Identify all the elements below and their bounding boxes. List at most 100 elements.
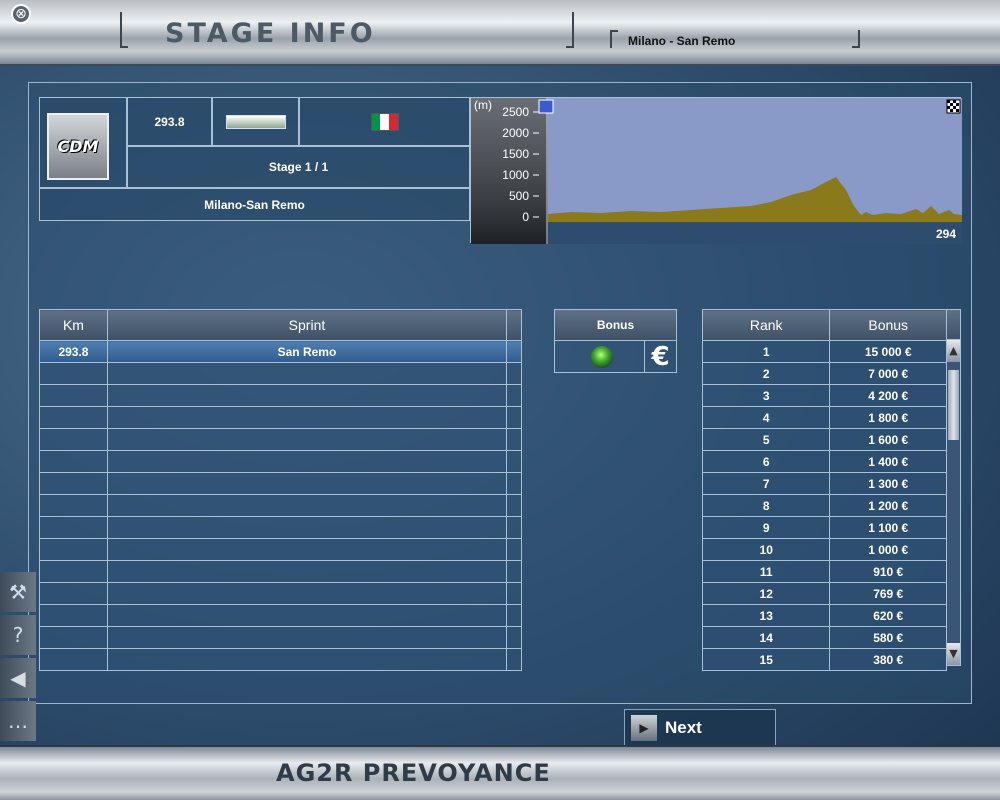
- sprint-row[interactable]: [39, 362, 522, 385]
- rank-row[interactable]: 11 910 €: [701, 560, 947, 583]
- sprint-row[interactable]: [39, 626, 522, 649]
- rank-row[interactable]: 91 100 €: [701, 516, 947, 539]
- top-title-bar: ⊗ STAGE INFO Milano - San Remo: [0, 0, 1000, 66]
- bonus-toggle-header: Bonus: [555, 310, 676, 341]
- sprint-name-cell: [106, 604, 508, 627]
- next-button[interactable]: ▶ Next: [624, 709, 776, 746]
- rank-row[interactable]: 13 620 €: [701, 604, 947, 627]
- side-toolbar: ⚒? ◀…: [0, 572, 36, 744]
- rank-column-header[interactable]: Rank: [701, 309, 831, 341]
- stage-distance: 293.8: [154, 114, 185, 129]
- sprint-name-cell: San Remo: [106, 340, 508, 363]
- flag-cell: [299, 97, 470, 146]
- bonus-toggle-box: Bonus €: [554, 309, 677, 373]
- bonus-amount-cell: 7 000 €: [829, 362, 947, 385]
- sprint-row[interactable]: [39, 648, 522, 671]
- scroll-up-icon[interactable]: ▲: [947, 340, 960, 362]
- sprint-row[interactable]: [39, 428, 522, 451]
- bonus-column-header[interactable]: Bonus: [829, 309, 947, 341]
- rank-header-spacer: [946, 309, 961, 340]
- rank-cell: 4: [701, 406, 831, 429]
- rank-bonus-table: Rank Bonus 1 15 000 €2 7 000 €3 4 200 €4 1 8…: [701, 309, 947, 671]
- bottom-team-bar: AG2R PREVOYANCE: [0, 745, 1000, 800]
- rank-row[interactable]: 71 300 €: [701, 472, 947, 495]
- sprint-name-cell: [106, 538, 508, 561]
- sprint-row[interactable]: [39, 406, 522, 429]
- bonus-amount-cell: 580 €: [829, 626, 947, 649]
- sprint-row[interactable]: [39, 384, 522, 407]
- km-column-header[interactable]: Km: [39, 309, 108, 341]
- sprint-scroll-cell: [506, 472, 522, 495]
- rank-row[interactable]: 81 200 €: [701, 494, 947, 517]
- rank-cell: 15: [701, 648, 831, 671]
- sprint-km-cell: [39, 428, 108, 451]
- sprint-km-cell: [39, 516, 108, 539]
- sprint-name-cell: [106, 384, 508, 407]
- rank-row[interactable]: 10 1 000 €: [701, 538, 947, 561]
- rank-row[interactable]: 27 000 €: [701, 362, 947, 385]
- sprint-scroll-cell: [506, 604, 522, 627]
- y-tick-label: 500: [509, 189, 529, 203]
- rank-cell: 9: [701, 516, 831, 539]
- bonus-amount-cell: 769 €: [829, 582, 947, 605]
- sprint-km-cell: 293.8: [39, 340, 108, 363]
- bonus-amount-cell: 15 000 €: [829, 340, 947, 363]
- rank-row[interactable]: 41 800 €: [701, 406, 947, 429]
- bonus-amount-cell: 620 €: [829, 604, 947, 627]
- sprint-table: Km Sprint 293.8 San Remo: [39, 309, 522, 671]
- title-bracket-left: [120, 12, 128, 48]
- sprint-table-body: 293.8 San Remo: [39, 340, 522, 671]
- profile-baseline-strip: [548, 222, 962, 244]
- rank-table-scrollbar[interactable]: ▲ ▼: [946, 339, 961, 666]
- chat-icon[interactable]: …: [0, 701, 36, 741]
- sprint-row[interactable]: [39, 450, 522, 473]
- bonus-amount-cell: 1 800 €: [829, 406, 947, 429]
- sprint-km-cell: [39, 450, 108, 473]
- sprint-row[interactable]: [39, 560, 522, 583]
- sprint-scroll-cell: [506, 428, 522, 451]
- sprint-row[interactable]: [39, 582, 522, 605]
- sprint-row[interactable]: [39, 472, 522, 495]
- bonus-amount-cell: 380 €: [829, 648, 947, 671]
- bonus-amount-cell: 1 600 €: [829, 428, 947, 451]
- stage-name-label: Milano - San Remo: [628, 34, 736, 48]
- sprint-header-spacer: [506, 309, 522, 341]
- tools-icon[interactable]: ⚒: [0, 572, 36, 612]
- sprint-name-cell: [106, 406, 508, 429]
- rank-row[interactable]: 14 580 €: [701, 626, 947, 649]
- rank-row[interactable]: 1 15 000 €: [701, 340, 947, 363]
- sprint-km-cell: [39, 472, 108, 495]
- sprint-name-cell: [106, 582, 508, 605]
- sprint-km-cell: [39, 648, 108, 671]
- rank-row[interactable]: 12 769 €: [701, 582, 947, 605]
- sprint-scroll-cell: [506, 384, 522, 407]
- bonus-status-led-icon[interactable]: [591, 346, 613, 368]
- rank-row[interactable]: 34 200 €: [701, 384, 947, 407]
- sound-icon[interactable]: ◀: [0, 658, 36, 698]
- rank-row[interactable]: 15 380 €: [701, 648, 947, 671]
- scroll-down-icon[interactable]: ▼: [947, 643, 960, 665]
- italy-flag-icon: [370, 112, 399, 131]
- sprint-column-header[interactable]: Sprint: [106, 309, 508, 341]
- rank-row[interactable]: 61 400 €: [701, 450, 947, 473]
- sprint-name-cell: [106, 626, 508, 649]
- team-name: AG2R PREVOYANCE: [276, 759, 551, 787]
- stage-bracket-right: [852, 30, 860, 48]
- profile-unit-label: (m): [474, 98, 492, 112]
- close-icon[interactable]: ⊗: [11, 4, 31, 24]
- sprint-row[interactable]: [39, 538, 522, 561]
- help-icon[interactable]: ?: [0, 615, 36, 655]
- rank-cell: 1: [701, 340, 831, 363]
- sprint-row[interactable]: [39, 494, 522, 517]
- sprint-row[interactable]: [39, 516, 522, 539]
- y-tick-label: 2500: [502, 105, 529, 119]
- euro-icon[interactable]: €: [644, 341, 676, 373]
- rank-cell: 7: [701, 472, 831, 495]
- stage-bracket-left: [610, 30, 618, 48]
- profile-sky: [548, 98, 962, 222]
- rank-row[interactable]: 51 600 €: [701, 428, 947, 451]
- sprint-row[interactable]: [39, 604, 522, 627]
- sprint-row[interactable]: 293.8 San Remo: [39, 340, 522, 363]
- rank-cell: 10: [701, 538, 831, 561]
- scroll-thumb[interactable]: [948, 370, 959, 440]
